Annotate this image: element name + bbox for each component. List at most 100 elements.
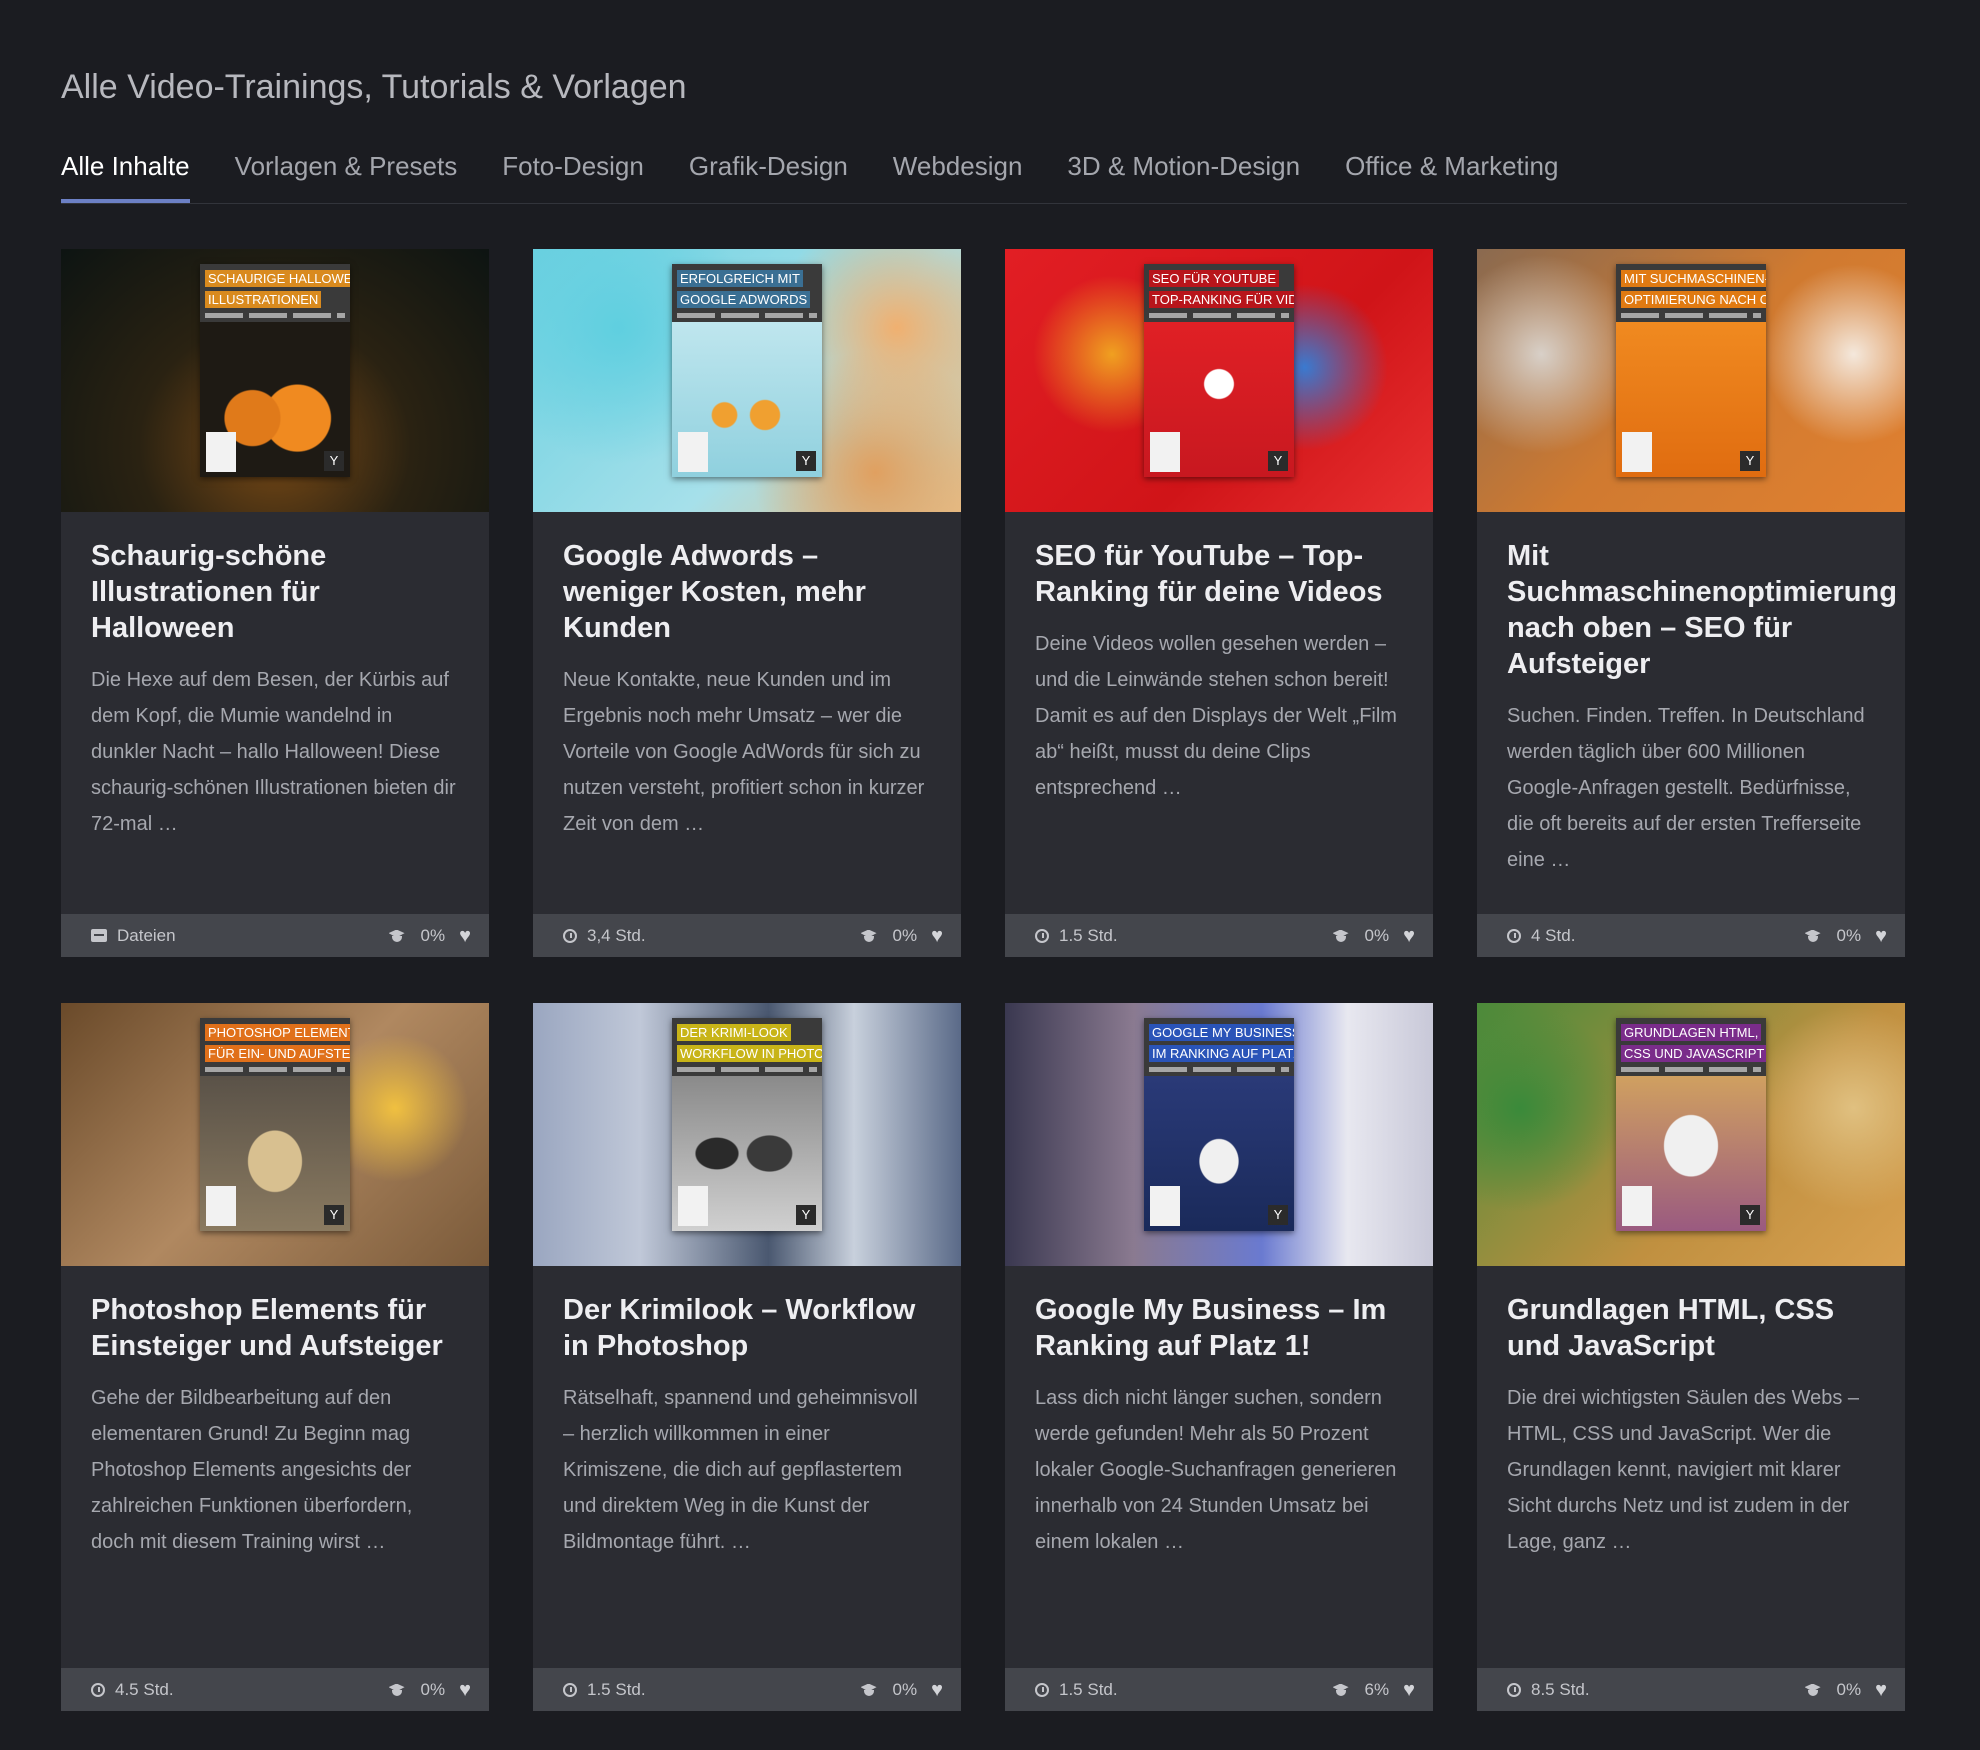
course-card[interactable]: SEO FÜR YOUTUBE TOP-RANKING FÜR VIDEOS Y… (1005, 249, 1433, 957)
cover-badge (1150, 432, 1180, 472)
graduation-cap-icon (387, 929, 407, 943)
heart-icon[interactable]: ♥ (1403, 926, 1415, 946)
course-thumbnail: SEO FÜR YOUTUBE TOP-RANKING FÜR VIDEOS Y (1005, 249, 1433, 512)
cover-title-line: MIT SUCHMASCHINEN- (1621, 270, 1766, 287)
heart-icon[interactable]: ♥ (1875, 1680, 1887, 1700)
cover-subtitle-bar (205, 1067, 345, 1072)
cover-subtitle-bar (677, 313, 817, 318)
publisher-logo-icon: Y (324, 451, 344, 471)
publisher-logo-icon: Y (796, 1205, 816, 1225)
graduation-cap-icon (859, 1683, 879, 1697)
course-duration: 1.5 Std. (1059, 926, 1118, 945)
progress-percent: 0% (420, 1679, 446, 1699)
course-card[interactable]: SCHAURIGE HALLOWEEN- ILLUSTRATIONEN Y Sc… (61, 249, 489, 957)
cover-title-line: GOOGLE ADWORDS (677, 291, 811, 308)
cover-title-line: SCHAURIGE HALLOWEEN- (205, 270, 350, 287)
graduation-cap-icon (387, 1683, 407, 1697)
tab-grafik-design[interactable]: Grafik-Design (689, 140, 848, 203)
cover-badge (206, 1186, 236, 1226)
cover-title-line: SEO FÜR YOUTUBE (1149, 270, 1280, 287)
book-cover: SEO FÜR YOUTUBE TOP-RANKING FÜR VIDEOS Y (1144, 264, 1294, 477)
course-description: Gehe der Bildbearbeitung auf den element… (91, 1387, 413, 1553)
graduation-cap-icon (1803, 1683, 1823, 1697)
publisher-logo-icon: Y (324, 1205, 344, 1225)
course-description: Lass dich nicht länger suchen, sondern w… (1035, 1387, 1397, 1553)
box-icon (91, 929, 107, 942)
tab-3d-motion-design[interactable]: 3D & Motion-Design (1067, 140, 1300, 203)
course-description: Rätselhaft, spannend und geheimnisvoll –… (563, 1387, 918, 1553)
course-title[interactable]: Photoshop Elements für Einsteiger und Au… (91, 1292, 459, 1364)
graduation-cap-icon (1331, 1683, 1351, 1697)
heart-icon[interactable]: ♥ (931, 926, 943, 946)
course-card[interactable]: GOOGLE MY BUSINESS IM RANKING AUF PLATZ … (1005, 1003, 1433, 1711)
cover-title-line: IM RANKING AUF PLATZ 1 (1149, 1045, 1294, 1062)
course-card[interactable]: DER KRIMI-LOOK WORKFLOW IN PHOTOSHOP Y D… (533, 1003, 961, 1711)
course-duration: 1.5 Std. (1059, 1680, 1118, 1699)
page-title: Alle Video-Trainings, Tutorials & Vorlag… (61, 68, 687, 106)
clock-icon (563, 1682, 577, 1697)
card-footer: 1.5 Std. 0% ♥ (1005, 914, 1433, 957)
heart-icon[interactable]: ♥ (459, 1680, 471, 1700)
course-duration: 4.5 Std. (115, 1680, 174, 1699)
course-title[interactable]: Der Krimilook – Workflow in Photoshop (563, 1292, 931, 1364)
course-duration: 3,4 Std. (587, 926, 646, 945)
card-footer: 3,4 Std. 0% ♥ (533, 914, 961, 957)
course-card[interactable]: ERFOLGREICH MIT GOOGLE ADWORDS Y Google … (533, 249, 961, 957)
book-cover: PHOTOSHOP ELEMENTS FÜR EIN- UND AUFSTEIG… (200, 1018, 350, 1231)
tab-alle-inhalte[interactable]: Alle Inhalte (61, 140, 190, 203)
course-title[interactable]: SEO für YouTube – Top-Ranking für deine … (1035, 538, 1403, 610)
clock-icon (1035, 1682, 1049, 1697)
course-title[interactable]: Google Adwords – weniger Kosten, mehr Ku… (563, 538, 931, 646)
heart-icon[interactable]: ♥ (459, 926, 471, 946)
cover-subtitle-bar (205, 313, 345, 318)
cover-title-line: DER KRIMI-LOOK (677, 1024, 791, 1041)
cover-badge (678, 1186, 708, 1226)
card-footer: 8.5 Std. 0% ♥ (1477, 1668, 1905, 1711)
progress-percent: 0% (892, 925, 918, 945)
cover-title-line: ILLUSTRATIONEN (205, 291, 322, 308)
cover-title-line: CSS UND JAVASCRIPT (1621, 1045, 1766, 1062)
progress-percent: 0% (1836, 1679, 1862, 1699)
tab-office-marketing[interactable]: Office & Marketing (1345, 140, 1558, 203)
cover-subtitle-bar (1149, 313, 1289, 318)
cover-subtitle-bar (1149, 1067, 1289, 1072)
cover-subtitle-bar (1621, 313, 1761, 318)
progress-percent: 6% (1364, 1679, 1390, 1699)
progress-percent: 0% (420, 925, 446, 945)
course-card[interactable]: GRUNDLAGEN HTML, CSS UND JAVASCRIPT Y Gr… (1477, 1003, 1905, 1711)
tab-vorlagen-presets[interactable]: Vorlagen & Presets (235, 140, 458, 203)
cover-title-line: ERFOLGREICH MIT (677, 270, 803, 287)
course-card[interactable]: PHOTOSHOP ELEMENTS FÜR EIN- UND AUFSTEIG… (61, 1003, 489, 1711)
course-thumbnail: PHOTOSHOP ELEMENTS FÜR EIN- UND AUFSTEIG… (61, 1003, 489, 1266)
publisher-logo-icon: Y (1740, 1205, 1760, 1225)
cover-badge (678, 432, 708, 472)
course-description: Neue Kontakte, neue Kunden und im Ergebn… (563, 669, 925, 835)
course-title[interactable]: Mit Suchmaschinenoptimierung nach oben –… (1507, 538, 1897, 682)
course-card[interactable]: MIT SUCHMASCHINEN- OPTIMIERUNG NACH OBEN… (1477, 249, 1905, 957)
course-duration: 4 Std. (1531, 926, 1576, 945)
course-duration: 1.5 Std. (587, 1680, 646, 1699)
tab-webdesign[interactable]: Webdesign (893, 140, 1023, 203)
course-meta: Dateien (117, 926, 176, 945)
cover-badge (1622, 1186, 1652, 1226)
clock-icon (1035, 928, 1049, 943)
cover-subtitle-bar (677, 1067, 817, 1072)
course-title[interactable]: Grundlagen HTML, CSS und JavaScript (1507, 1292, 1875, 1364)
course-title[interactable]: Google My Business – Im Ranking auf Plat… (1035, 1292, 1403, 1364)
course-title[interactable]: Schaurig-schöne Illustrationen für Hallo… (91, 538, 459, 646)
publisher-logo-icon: Y (1268, 451, 1288, 471)
tab-foto-design[interactable]: Foto-Design (502, 140, 644, 203)
cover-title-line: WORKFLOW IN PHOTOSHOP (677, 1045, 822, 1062)
progress-percent: 0% (1364, 925, 1390, 945)
course-description: Suchen. Finden. Treffen. In Deutschland … (1507, 705, 1865, 871)
clock-icon (563, 928, 577, 943)
course-duration: 8.5 Std. (1531, 1680, 1590, 1699)
cover-badge (1150, 1186, 1180, 1226)
progress-percent: 0% (892, 1679, 918, 1699)
heart-icon[interactable]: ♥ (1403, 1680, 1415, 1700)
publisher-logo-icon: Y (1740, 451, 1760, 471)
heart-icon[interactable]: ♥ (931, 1680, 943, 1700)
heart-icon[interactable]: ♥ (1875, 926, 1887, 946)
cover-title-line: TOP-RANKING FÜR VIDEOS (1149, 291, 1294, 308)
book-cover: SCHAURIGE HALLOWEEN- ILLUSTRATIONEN Y (200, 264, 350, 477)
